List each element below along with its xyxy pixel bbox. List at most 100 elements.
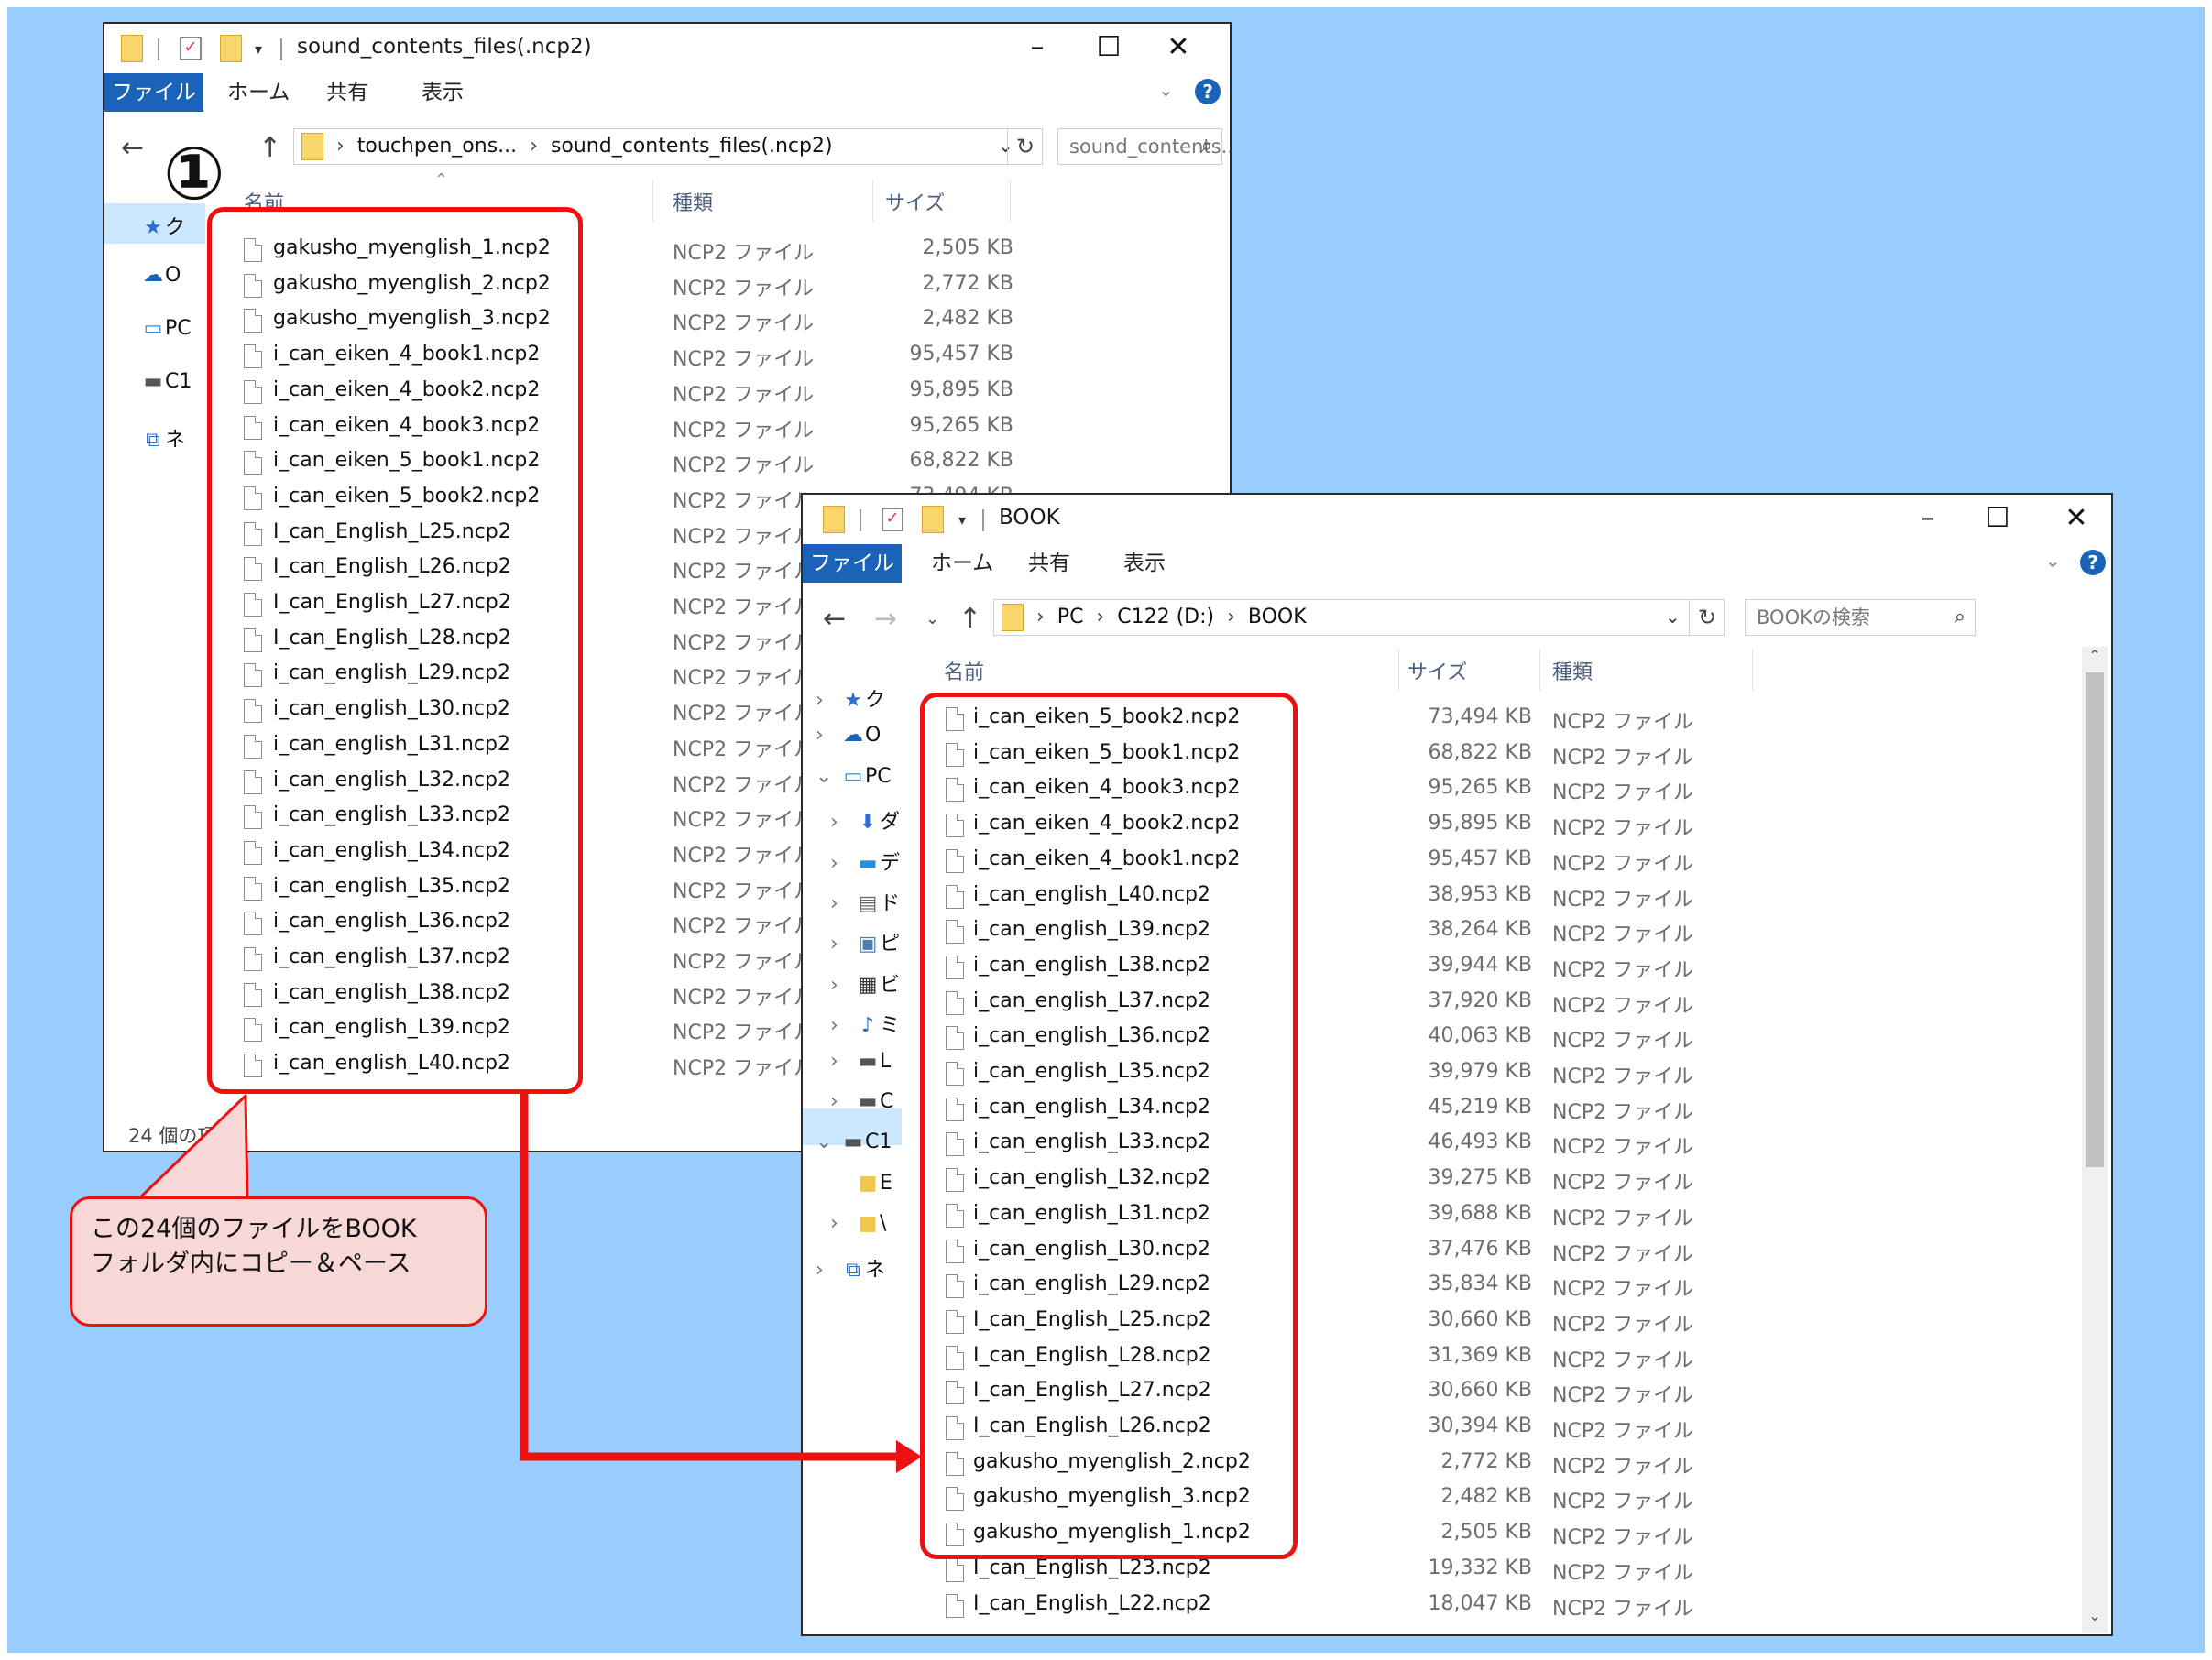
search-icon[interactable]: ⌕ xyxy=(1955,600,1966,635)
expand-chevron-icon[interactable]: › xyxy=(830,933,856,956)
ribbon-expand-icon[interactable]: ⌄ xyxy=(2045,550,2061,572)
tab-view[interactable]: 表示 xyxy=(1123,544,1166,583)
nav-item[interactable]: › ▬ デ xyxy=(830,846,900,876)
nav-item[interactable]: ⧉ ネ xyxy=(141,423,185,453)
breadcrumb[interactable]: › PC › C122 (D:) › BOOK xyxy=(1036,604,1307,631)
title-bar[interactable]: ✓ ▾ sound_contents_files(.ncp2) – ☐ ✕ xyxy=(104,24,1230,73)
column-divider[interactable] xyxy=(1752,649,1753,691)
nav-item[interactable]: ☁O xyxy=(141,264,181,287)
column-header-type[interactable]: 種類 xyxy=(673,187,713,216)
tab-home[interactable]: ホーム xyxy=(931,544,993,583)
nav-item[interactable]: › ▦ ビ xyxy=(830,968,900,998)
maximize-button[interactable]: ☐ xyxy=(1977,500,2018,537)
up-arrow-icon[interactable]: ↑ xyxy=(258,130,281,167)
minimize-button[interactable]: – xyxy=(1017,29,1057,66)
back-arrow-icon[interactable]: ← xyxy=(823,601,846,638)
back-arrow-icon[interactable]: ← xyxy=(121,130,144,167)
expand-chevron-icon[interactable]: › xyxy=(830,974,856,997)
quick-access-dropdown-icon[interactable]: ▾ xyxy=(255,40,262,58)
expand-chevron-icon[interactable]: › xyxy=(830,892,856,915)
scroll-up-icon[interactable]: ⌃ xyxy=(2084,647,2106,664)
tab-share[interactable]: 共有 xyxy=(326,73,368,112)
expand-chevron-icon[interactable]: › xyxy=(816,1259,841,1282)
scrollbar-thumb[interactable] xyxy=(2086,672,2104,1167)
vertical-scrollbar[interactable]: ⌃ ⌄ xyxy=(2082,647,2108,1633)
expand-chevron-icon[interactable]: › xyxy=(830,852,856,875)
address-bar[interactable]: › touchpen_ons... › sound_contents_files… xyxy=(293,128,1043,165)
tab-share[interactable]: 共有 xyxy=(1028,544,1070,583)
column-divider[interactable] xyxy=(1010,180,1011,222)
tab-home[interactable]: ホーム xyxy=(227,73,290,112)
nav-item[interactable]: ▬ C1 xyxy=(141,370,192,393)
tab-file[interactable]: ファイル xyxy=(803,544,902,583)
column-divider[interactable] xyxy=(1398,649,1399,691)
nav-item-label: ネ xyxy=(865,1258,886,1282)
maximize-button[interactable]: ☐ xyxy=(1089,29,1129,66)
properties-check-icon[interactable]: ✓ xyxy=(882,508,903,531)
expand-chevron-icon[interactable]: ⌄ xyxy=(816,1130,841,1153)
tab-file[interactable]: ファイル xyxy=(104,73,203,112)
search-icon[interactable]: ⌕ xyxy=(1201,129,1212,164)
expand-chevron-icon[interactable]: › xyxy=(830,1014,856,1037)
ribbon-expand-icon[interactable]: ⌄ xyxy=(1158,79,1174,101)
help-icon[interactable]: ? xyxy=(1195,79,1221,104)
refresh-icon[interactable]: ↻ xyxy=(1007,129,1043,164)
column-header-type[interactable]: 種類 xyxy=(1552,656,1593,685)
quick-access-dropdown-icon[interactable]: ▾ xyxy=(958,511,966,529)
expand-chevron-icon[interactable]: › xyxy=(816,724,841,747)
up-arrow-icon[interactable]: ↑ xyxy=(958,601,981,638)
nav-item[interactable]: › ▬ L xyxy=(830,1050,891,1073)
nav-item[interactable]: › ▣ ピ xyxy=(830,927,900,956)
nav-item[interactable]: ⌄ ▬ C1 xyxy=(816,1130,892,1153)
breadcrumb-item[interactable]: BOOK xyxy=(1248,606,1307,628)
nav-item[interactable]: › ▬ C xyxy=(830,1090,893,1113)
nav-item[interactable]: ■ E xyxy=(830,1172,892,1195)
sort-ascending-icon[interactable]: ⌃ xyxy=(434,170,448,190)
file-row[interactable]: I_can_English_L23.ncp2 19,332 KB NCP2 ファイル xyxy=(946,1555,2073,1589)
nav-item[interactable]: › ■ \ xyxy=(830,1212,886,1235)
close-button[interactable]: ✕ xyxy=(1158,29,1199,66)
title-bar[interactable]: ✓ ▾ BOOK – ☐ ✕ xyxy=(803,495,2111,544)
properties-check-icon[interactable]: ✓ xyxy=(180,37,202,60)
column-divider[interactable] xyxy=(872,180,873,222)
new-folder-icon[interactable] xyxy=(220,35,242,62)
forward-arrow-icon[interactable]: → xyxy=(874,601,897,638)
nav-item[interactable]: › ⬇ ダ xyxy=(830,805,900,835)
column-header-name[interactable]: 名前 xyxy=(944,656,984,685)
expand-chevron-icon[interactable]: › xyxy=(830,1090,856,1113)
nav-item[interactable]: ▭ PC xyxy=(141,317,192,340)
new-folder-icon[interactable] xyxy=(922,506,944,533)
column-divider[interactable] xyxy=(1539,649,1540,691)
nav-item[interactable]: ⌄ ▭ PC xyxy=(816,765,892,788)
minimize-button[interactable]: – xyxy=(1908,500,1948,537)
column-header-size[interactable]: サイズ xyxy=(1407,656,1467,685)
file-row[interactable]: I_can_English_L22.ncp2 18,047 KB NCP2 ファイル xyxy=(946,1590,2073,1625)
column-divider[interactable] xyxy=(652,180,653,222)
expand-chevron-icon[interactable]: › xyxy=(830,1050,856,1073)
expand-chevron-icon[interactable]: ⌄ xyxy=(816,765,841,788)
nav-item[interactable]: › ♪ ミ xyxy=(830,1009,900,1038)
expand-chevron-icon[interactable]: › xyxy=(830,1212,856,1235)
nav-item[interactable]: › ▤ ド xyxy=(830,887,900,916)
expand-chevron-icon[interactable]: › xyxy=(816,689,841,712)
breadcrumb-item[interactable]: touchpen_ons... xyxy=(357,135,517,158)
tab-view[interactable]: 表示 xyxy=(422,73,464,112)
breadcrumb-item[interactable]: C122 (D:) xyxy=(1117,606,1214,628)
breadcrumb-item[interactable]: sound_contents_files(.ncp2) xyxy=(551,135,833,158)
address-dropdown-icon[interactable]: ⌄ xyxy=(1665,606,1681,628)
scroll-down-icon[interactable]: ⌄ xyxy=(2084,1607,2106,1624)
search-input[interactable]: BOOKの検索 ⌕ xyxy=(1745,599,1976,636)
breadcrumb[interactable]: › touchpen_ons... › sound_contents_files… xyxy=(336,133,833,160)
help-icon[interactable]: ? xyxy=(2080,550,2106,575)
nav-item[interactable]: › ⧉ ネ xyxy=(816,1253,885,1283)
breadcrumb-item[interactable]: PC xyxy=(1057,606,1084,628)
column-header-size[interactable]: サイズ xyxy=(885,187,945,216)
refresh-icon[interactable]: ↻ xyxy=(1689,600,1725,635)
search-input[interactable]: sound_contents... ⌕ xyxy=(1057,128,1230,165)
nav-item[interactable]: › ★ ク xyxy=(816,683,885,713)
expand-chevron-icon[interactable]: › xyxy=(830,811,856,834)
recent-dropdown-icon[interactable]: ⌄ xyxy=(925,601,939,638)
close-button[interactable]: ✕ xyxy=(2056,500,2097,537)
nav-item[interactable]: › ☁O xyxy=(816,724,881,747)
address-bar[interactable]: › PC › C122 (D:) › BOOK ⌄ ↻ xyxy=(993,599,1725,636)
